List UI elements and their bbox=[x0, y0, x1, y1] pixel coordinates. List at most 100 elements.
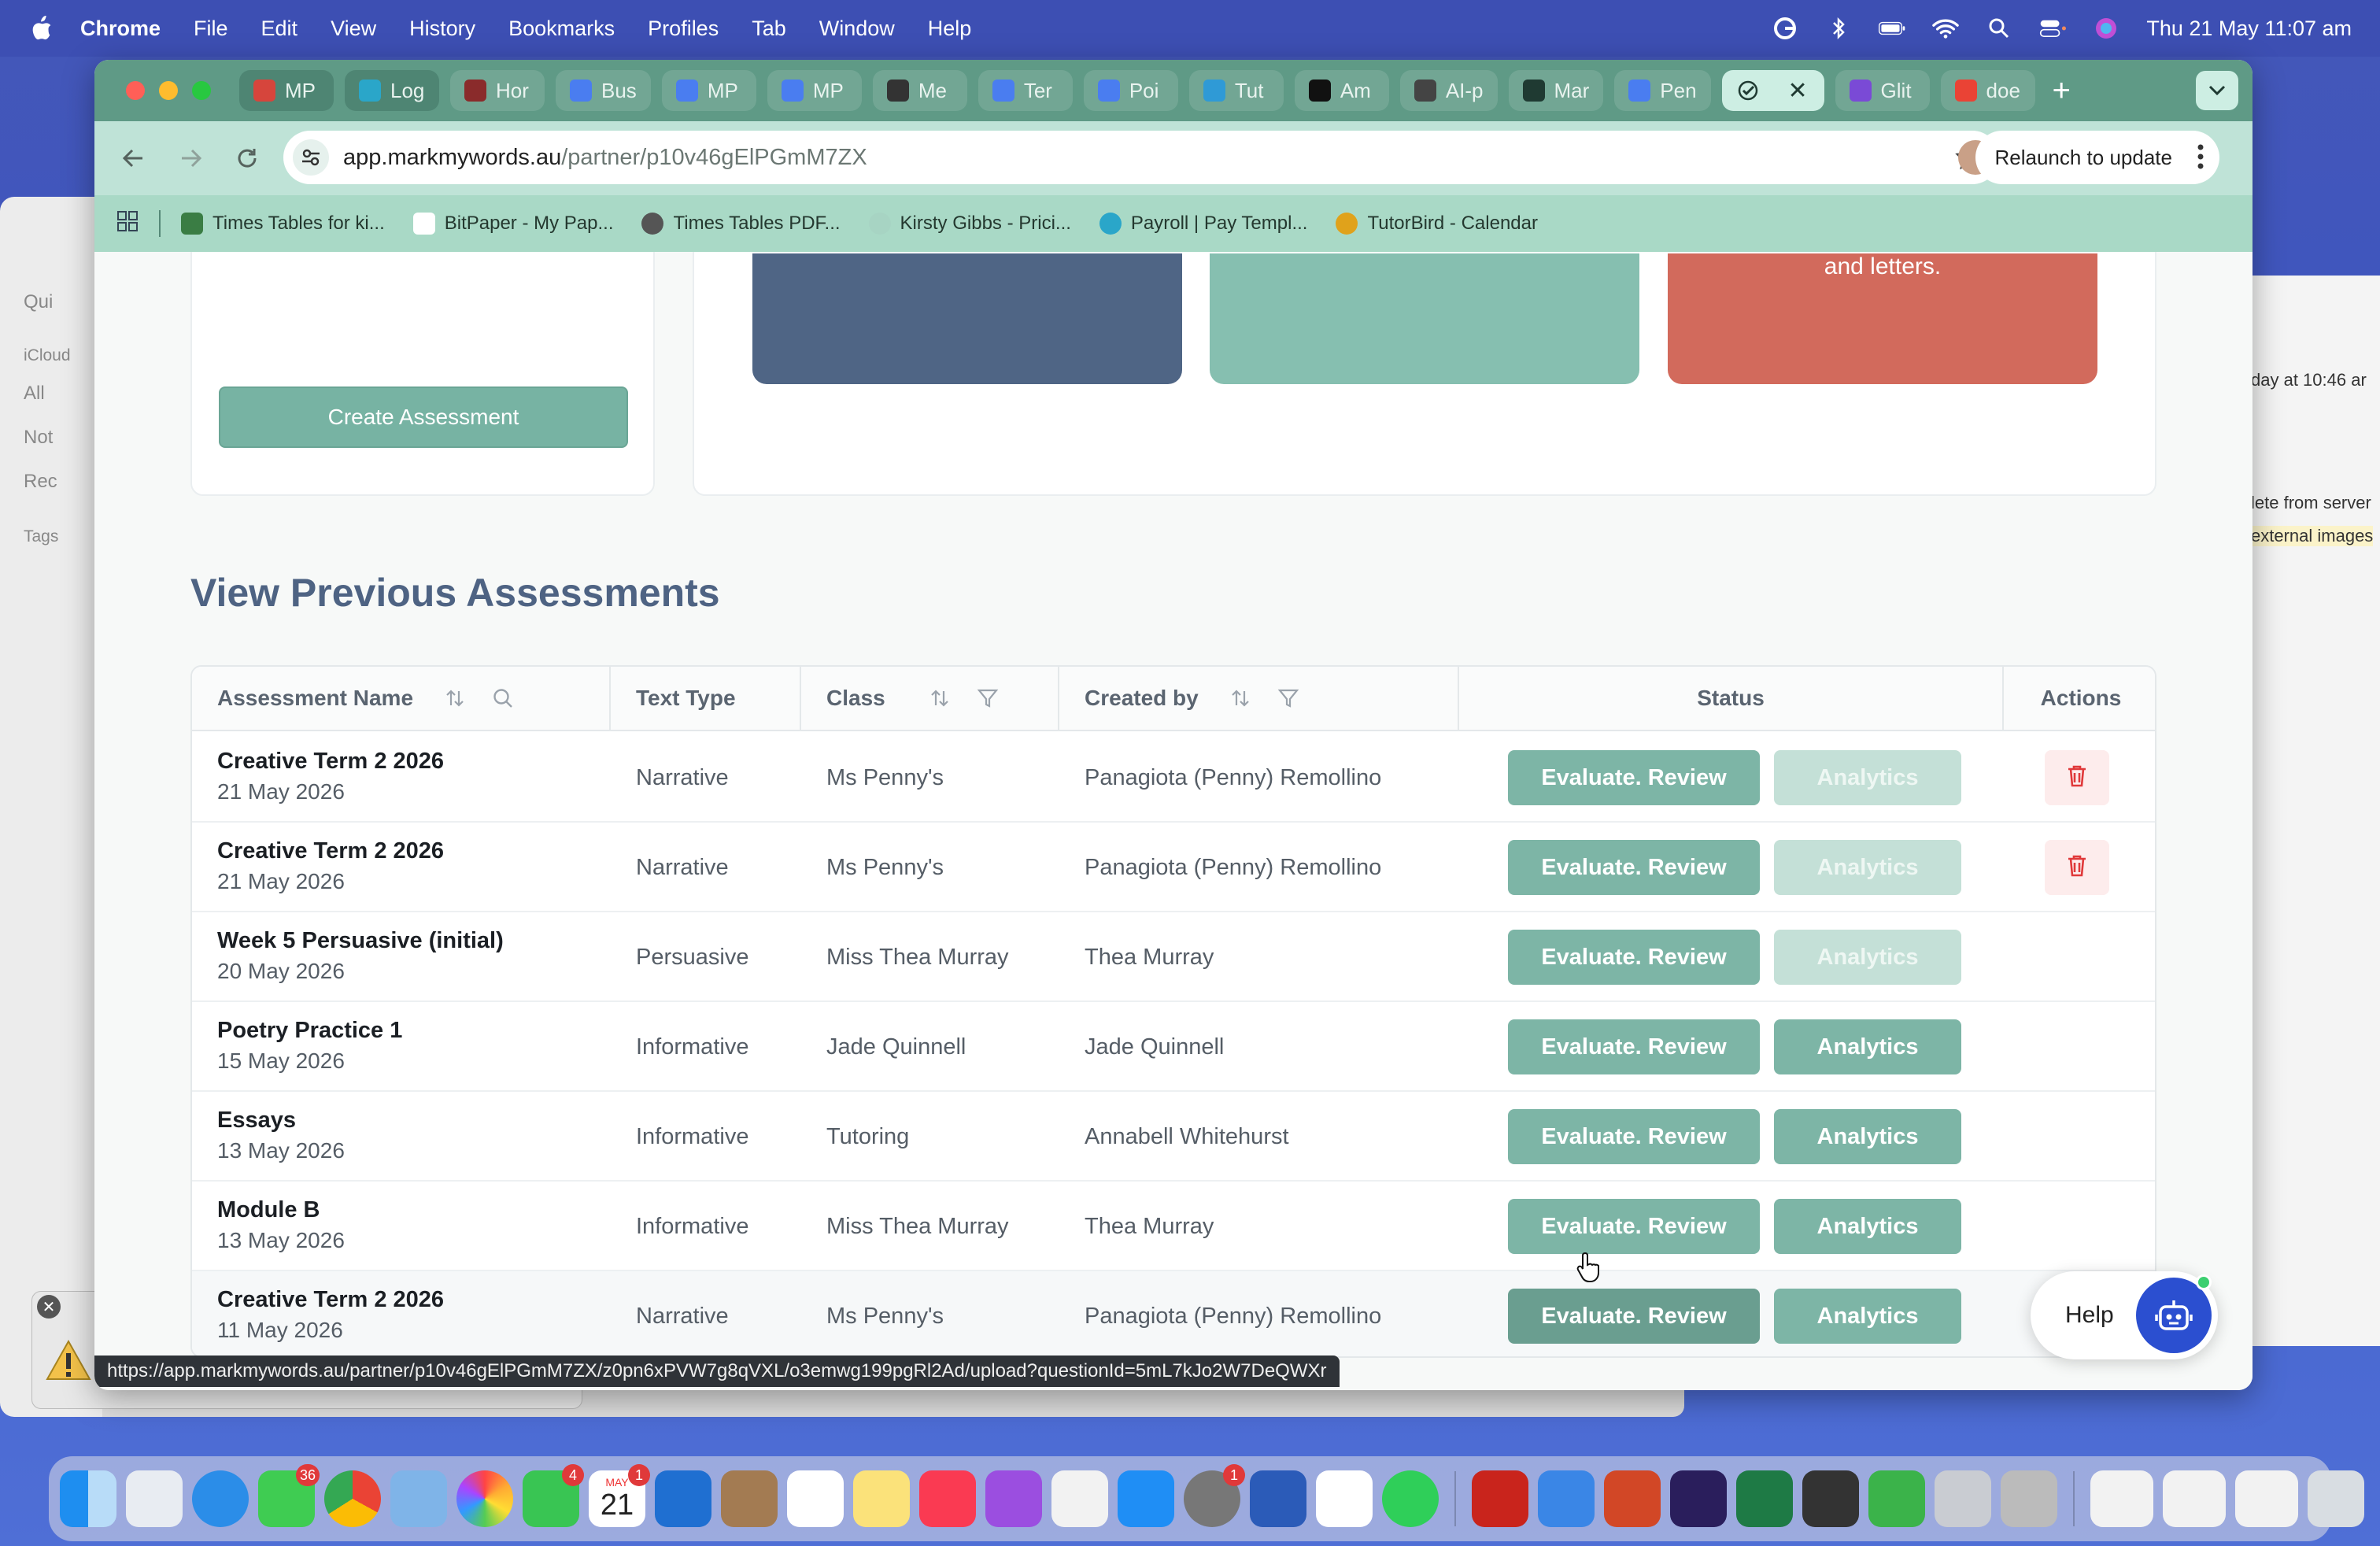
table-row[interactable]: Poetry Practice 1 15 May 2026 Informative J… bbox=[192, 1002, 2155, 1092]
text-type-tile-red[interactable]: and letters. bbox=[1668, 253, 2097, 384]
grammarly-status-icon[interactable] bbox=[1772, 15, 1798, 42]
table-row[interactable]: Creative Term 2 2026 21 May 2026 Narrative… bbox=[192, 733, 2155, 823]
filter-icon[interactable] bbox=[1277, 687, 1299, 709]
close-tab-icon[interactable]: ✕ bbox=[1788, 77, 1808, 105]
menu-bookmarks[interactable]: Bookmarks bbox=[508, 17, 615, 41]
music-icon[interactable] bbox=[919, 1470, 976, 1527]
window-zoom-button[interactable] bbox=[192, 81, 211, 100]
minimized-window-thumbnail[interactable] bbox=[2163, 1470, 2226, 1527]
menu-tab[interactable]: Tab bbox=[752, 17, 786, 41]
analytics-button[interactable]: Analytics bbox=[1774, 1199, 1961, 1254]
analytics-button[interactable]: Analytics bbox=[1774, 1019, 1961, 1074]
preview-icon[interactable] bbox=[1935, 1470, 1991, 1527]
powerpoint-icon[interactable] bbox=[1604, 1470, 1661, 1527]
tab[interactable]: Tut bbox=[1188, 70, 1284, 111]
tab[interactable]: Glit bbox=[1835, 70, 1930, 111]
col-header-class[interactable]: Class bbox=[801, 667, 1058, 731]
menu-app-name[interactable]: Chrome bbox=[80, 17, 161, 41]
bookmark-item[interactable]: Kirsty Gibbs - Prici... bbox=[868, 213, 1071, 235]
calendar-icon[interactable]: MAY 21 1 bbox=[589, 1464, 650, 1527]
forward-arrow-icon[interactable] bbox=[173, 141, 208, 176]
tab[interactable]: Mar bbox=[1508, 70, 1604, 111]
google-calendar-icon[interactable] bbox=[1316, 1470, 1373, 1527]
minimized-window-thumbnail[interactable] bbox=[2235, 1470, 2298, 1527]
menu-profiles[interactable]: Profiles bbox=[648, 17, 719, 41]
wifi-icon[interactable] bbox=[1932, 15, 1960, 42]
keychain-icon[interactable] bbox=[1802, 1470, 1859, 1527]
podcasts-icon[interactable] bbox=[985, 1470, 1042, 1527]
analytics-button[interactable]: Analytics bbox=[1774, 1289, 1961, 1344]
evaluate-review-button[interactable]: Evaluate. Review bbox=[1508, 930, 1760, 985]
facetime-icon[interactable]: 4 bbox=[523, 1464, 584, 1527]
tab[interactable]: AI-p bbox=[1399, 70, 1498, 111]
new-tab-button[interactable]: + bbox=[2053, 73, 2071, 109]
text-type-tile-teal[interactable] bbox=[1210, 253, 1639, 384]
messages-icon[interactable]: 36 bbox=[258, 1464, 320, 1527]
control-center-icon[interactable] bbox=[2039, 15, 2067, 42]
text-type-tile-blue[interactable] bbox=[752, 253, 1182, 384]
sort-icon[interactable] bbox=[445, 688, 465, 708]
notes-icon[interactable] bbox=[853, 1470, 910, 1527]
battery-icon[interactable] bbox=[1879, 15, 1905, 42]
tab[interactable]: MP bbox=[239, 70, 334, 111]
delete-button[interactable] bbox=[2045, 840, 2109, 895]
bookmark-item[interactable]: TutorBird - Calendar bbox=[1336, 213, 1538, 235]
contacts-icon[interactable] bbox=[721, 1470, 778, 1527]
word-icon[interactable] bbox=[1250, 1470, 1306, 1527]
tab[interactable]: Log bbox=[345, 70, 439, 111]
evaluate-review-button[interactable]: Evaluate. Review bbox=[1508, 840, 1760, 895]
acrobat-icon[interactable] bbox=[1472, 1470, 1528, 1527]
menu-window[interactable]: Window bbox=[819, 17, 895, 41]
col-header-created-by[interactable]: Created by bbox=[1059, 667, 1458, 731]
photos-icon[interactable] bbox=[456, 1470, 513, 1527]
evaluate-review-button[interactable]: Evaluate. Review bbox=[1508, 1109, 1760, 1164]
menu-help[interactable]: Help bbox=[928, 17, 972, 41]
maps-icon[interactable] bbox=[390, 1470, 447, 1527]
reminders-icon[interactable] bbox=[787, 1470, 844, 1527]
tab[interactable]: MP bbox=[767, 70, 862, 111]
trash-icon[interactable] bbox=[2308, 1470, 2364, 1527]
table-row[interactable]: Week 5 Persuasive (initial) 20 May 2026 Pe… bbox=[192, 912, 2155, 1002]
analytics-button[interactable]: Analytics bbox=[1774, 840, 1961, 895]
search-icon[interactable] bbox=[492, 687, 514, 709]
sort-icon[interactable] bbox=[929, 688, 950, 708]
reload-icon[interactable] bbox=[230, 141, 264, 176]
siri-icon[interactable] bbox=[2093, 15, 2119, 42]
tab[interactable]: Me bbox=[872, 70, 967, 111]
tab[interactable]: Ter bbox=[978, 70, 1073, 111]
safari-icon[interactable] bbox=[192, 1470, 249, 1527]
numbers-icon[interactable] bbox=[1868, 1470, 1925, 1527]
menubar-clock[interactable]: Thu 21 May 11:07 am bbox=[2146, 17, 2352, 41]
chrome-icon[interactable] bbox=[324, 1470, 381, 1527]
tab[interactable]: Poi bbox=[1083, 70, 1178, 111]
news-icon[interactable] bbox=[1051, 1470, 1108, 1527]
spotlight-search-icon[interactable] bbox=[1986, 15, 2012, 42]
back-arrow-icon[interactable] bbox=[116, 141, 151, 176]
apps-grid-icon[interactable] bbox=[116, 210, 139, 238]
table-row[interactable]: Module B 13 May 2026 Informative Miss Thea … bbox=[192, 1182, 2155, 1271]
apple-menu-icon[interactable] bbox=[30, 15, 54, 42]
evaluate-review-button[interactable]: Evaluate. Review bbox=[1508, 1019, 1760, 1074]
create-assessment-button[interactable]: Create Assessment bbox=[219, 386, 628, 448]
printer-icon[interactable] bbox=[2001, 1470, 2057, 1527]
table-row[interactable]: Essays 13 May 2026 Informative Tutoring Anna… bbox=[192, 1092, 2155, 1182]
analytics-button[interactable]: Analytics bbox=[1774, 1109, 1961, 1164]
menu-edit[interactable]: Edit bbox=[261, 17, 298, 41]
bookmark-item[interactable]: BitPaper - My Pap... bbox=[412, 213, 613, 235]
tab[interactable]: Pen bbox=[1614, 70, 1711, 111]
whatsapp-icon[interactable] bbox=[1382, 1470, 1439, 1527]
tab[interactable]: Hor bbox=[450, 70, 545, 111]
bookmark-item[interactable]: Payroll | Pay Templ... bbox=[1099, 213, 1307, 235]
help-chat-widget[interactable]: Help bbox=[2031, 1271, 2218, 1359]
kebab-menu-icon[interactable] bbox=[2197, 143, 2204, 176]
tab[interactable]: Am bbox=[1294, 70, 1389, 111]
tab[interactable]: Bus bbox=[556, 70, 651, 111]
sort-icon[interactable] bbox=[1230, 688, 1251, 708]
window-minimize-button[interactable] bbox=[159, 81, 178, 100]
evaluate-review-button[interactable]: Evaluate. Review bbox=[1508, 750, 1760, 805]
window-close-button[interactable] bbox=[126, 81, 145, 100]
launchpad-icon[interactable] bbox=[126, 1470, 183, 1527]
evaluate-review-button[interactable]: Evaluate. Review bbox=[1508, 1199, 1760, 1254]
tab-active[interactable]: ✕ bbox=[1721, 70, 1824, 111]
address-bar[interactable]: app.markmywords.au/partner/p10v46gElPGmM… bbox=[283, 131, 1999, 184]
